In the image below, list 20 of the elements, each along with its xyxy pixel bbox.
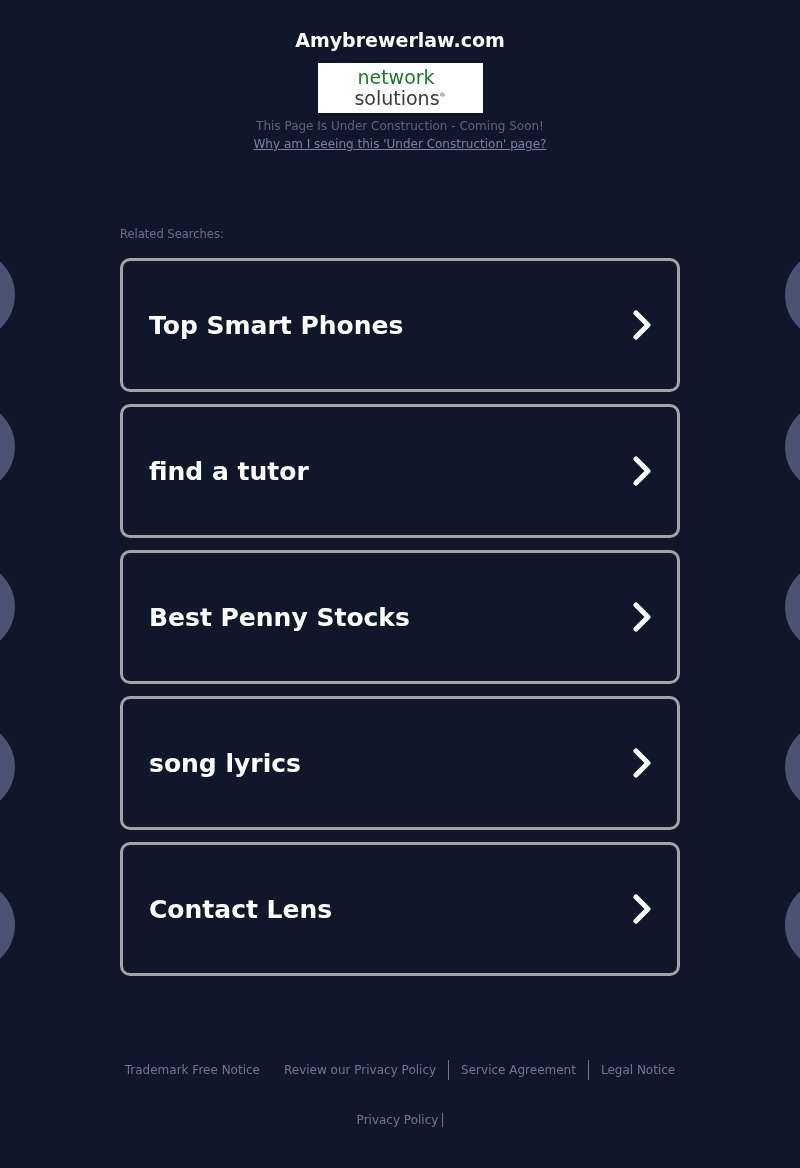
search-link[interactable]: find a tutor [120,404,680,538]
footer-link[interactable]: Privacy Policy [356,1113,444,1127]
chevron-right-icon [633,894,651,924]
footer-link[interactable]: Trademark Free Notice [124,1060,272,1080]
chevron-right-icon [633,310,651,340]
notice-text: This Page Is Under Construction - Coming Soon! [256,118,544,135]
chevron-right-icon [633,456,651,486]
info-link[interactable]: Why am I seeing this 'Under Construction' page? [253,135,547,153]
site-title: Amybrewerlaw.com [295,29,505,51]
logo: network solutions$^{®}$ [317,63,483,113]
footer-link[interactable]: Review our Privacy Policy [272,1060,450,1080]
search-link[interactable]: Contact Lens [120,842,680,976]
footer-link[interactable]: Service Agreement [449,1060,589,1080]
search-link[interactable]: Top Smart Phones [120,258,680,392]
chevron-right-icon [633,602,651,632]
search-link[interactable]: song lyrics [120,696,680,830]
footer-link[interactable]: Legal Notice [588,1060,676,1080]
search-link[interactable]: Best Penny Stocks [120,550,680,684]
chevron-right-icon [633,748,651,778]
section-label: Related Searches: [120,227,224,241]
